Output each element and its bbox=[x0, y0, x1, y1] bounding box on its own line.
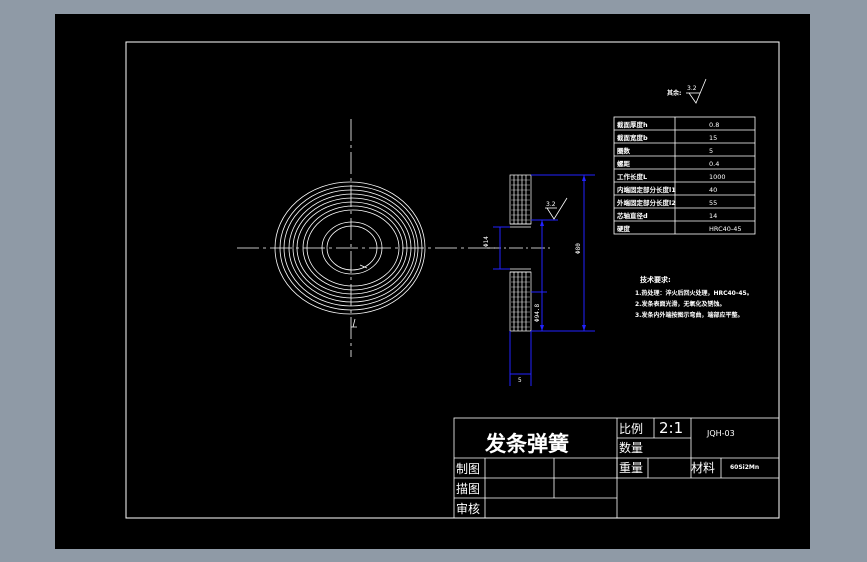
spec-label: 工作长度L bbox=[617, 172, 647, 181]
qty-label: 数量 bbox=[619, 440, 643, 455]
spec-table-values: 0.8 15 5 0.4 1000 40 55 14 HRC40-45 bbox=[709, 121, 742, 233]
spec-value: 55 bbox=[709, 199, 717, 207]
spec-table-labels: 截面厚度h 截面宽度b 圈数 螺距 工作长度L 内端固定部分长度l1 外端固定部… bbox=[617, 120, 676, 233]
dim-inner-hole: Φ14 bbox=[483, 236, 490, 247]
tech-req-item: 3.发条内外端按图示弯曲，端部应平整。 bbox=[635, 311, 743, 319]
spec-value: 0.8 bbox=[709, 121, 719, 129]
spring-side-view bbox=[487, 174, 551, 332]
scale-value: 2:1 bbox=[659, 419, 683, 437]
tech-req-item: 2.发条表面光滑，无氧化及锈蚀。 bbox=[635, 300, 725, 308]
traced-by-label: 描图 bbox=[456, 482, 480, 496]
spec-label: 内端固定部分长度l1 bbox=[617, 185, 676, 194]
spec-value: 0.4 bbox=[709, 160, 719, 168]
checked-by-label: 审核 bbox=[456, 501, 480, 516]
part-name: 发条弹簧 bbox=[484, 431, 569, 456]
material-value: 60Si2Mn bbox=[730, 464, 759, 471]
spec-value: 40 bbox=[709, 186, 717, 194]
spec-label: 螺距 bbox=[617, 159, 631, 168]
drawn-by-label: 制图 bbox=[456, 462, 480, 476]
spec-label: 圈数 bbox=[617, 146, 631, 155]
spec-value: 15 bbox=[709, 134, 717, 142]
weight-label: 重量 bbox=[619, 461, 643, 475]
roughness-value-side: 3.2 bbox=[546, 201, 556, 208]
drawing-number: JQH-03 bbox=[706, 429, 735, 438]
spec-value: 5 bbox=[709, 147, 713, 155]
spiral-spring-front-view bbox=[274, 181, 426, 328]
spec-value: 14 bbox=[709, 212, 717, 220]
spec-value: HRC40-45 bbox=[709, 225, 742, 233]
spec-label: 硬度 bbox=[617, 224, 631, 233]
dim-width: 5 bbox=[518, 377, 522, 384]
cad-drawing: Φ14 Φ80 Φ94.8 5 3.2 其余: 3.2 截面厚度h 截面宽度b … bbox=[125, 41, 780, 519]
tech-req-item: 1.热处理：淬火后回火处理，HRC40-45。 bbox=[635, 289, 753, 297]
drawing-canvas: Φ14 Φ80 Φ94.8 5 3.2 其余: 3.2 截面厚度h 截面宽度b … bbox=[55, 14, 810, 549]
material-label: 材料 bbox=[691, 461, 715, 475]
dimension-lines bbox=[493, 174, 595, 386]
spec-label: 外端固定部分长度l2 bbox=[617, 198, 676, 207]
drawing-border bbox=[125, 41, 780, 519]
spec-value: 1000 bbox=[709, 173, 726, 181]
technical-requirements: 技术要求: 1.热处理：淬火后回火处理，HRC40-45。 2.发条表面光滑，无… bbox=[635, 275, 753, 319]
spec-label: 截面厚度h bbox=[617, 120, 648, 129]
tech-req-title: 技术要求: bbox=[640, 275, 671, 284]
dim-side-dia: Φ94.8 bbox=[534, 304, 541, 322]
scale-label: 比例 bbox=[619, 422, 643, 436]
dim-outer-dia: Φ80 bbox=[575, 243, 582, 254]
spec-label: 芯轴直径d bbox=[617, 211, 648, 220]
roughness-general-value: 3.2 bbox=[687, 85, 697, 92]
spec-label: 截面宽度b bbox=[617, 133, 648, 142]
roughness-general-label: 其余: bbox=[667, 89, 681, 97]
